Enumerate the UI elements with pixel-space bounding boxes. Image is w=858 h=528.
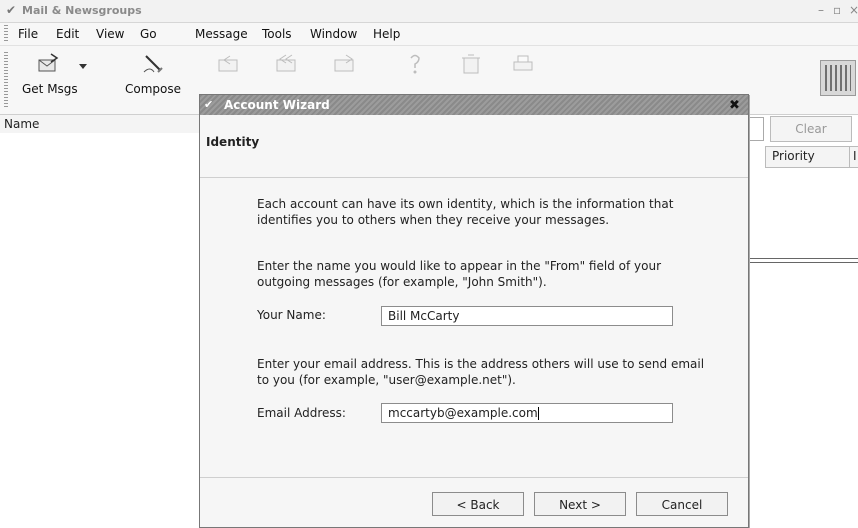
priority-column-label: Priority: [772, 149, 815, 163]
dialog-close-icon[interactable]: ✖: [729, 98, 740, 113]
compose-button[interactable]: Compose: [120, 52, 186, 96]
next-button[interactable]: Next >: [534, 492, 626, 516]
folder-name-column[interactable]: Name: [4, 117, 39, 131]
menu-message[interactable]: Message: [195, 27, 248, 41]
compose-label: Compose: [124, 82, 181, 96]
delete-icon: [462, 54, 480, 74]
get-msgs-label: Get Msgs: [22, 82, 78, 96]
print-icon: [513, 55, 533, 71]
pane-splitter[interactable]: [730, 258, 858, 263]
get-msgs-dropdown-icon[interactable]: [79, 64, 87, 69]
clear-button[interactable]: Clear: [770, 116, 852, 142]
menu-edit[interactable]: Edit: [56, 27, 79, 41]
menubar-grip[interactable]: [4, 25, 8, 43]
page-title: Identity: [206, 135, 260, 149]
dialog-body: Each account can have its own identity, …: [200, 178, 748, 478]
email-address-input[interactable]: mccartyb@example.com: [381, 403, 673, 423]
window-menu-icon[interactable]: ✔: [6, 3, 16, 17]
next-column-glyph: I: [853, 149, 857, 163]
reply-all-button[interactable]: [272, 52, 302, 76]
next-button[interactable]: [400, 52, 430, 76]
dialog-page-header: Identity: [200, 117, 748, 178]
forward-icon: [334, 54, 354, 72]
email-address-label: Email Address:: [257, 406, 346, 420]
menu-view[interactable]: View: [96, 27, 124, 41]
menu-go[interactable]: Go: [140, 27, 157, 41]
delete-button[interactable]: [456, 52, 486, 76]
name-prompt-text: Enter the name you would like to appear …: [257, 259, 662, 289]
text-cursor: [537, 407, 539, 420]
maximize-icon[interactable]: ▫: [833, 3, 841, 17]
next-column-header[interactable]: I: [849, 146, 858, 168]
throbber-logo[interactable]: [820, 60, 856, 96]
get-msgs-button[interactable]: Get Msgs: [22, 52, 78, 96]
minimize-icon[interactable]: –: [818, 3, 824, 17]
email-address-value: mccartyb@example.com: [388, 406, 538, 420]
back-button[interactable]: < Back: [432, 492, 524, 516]
menubar: File Edit View Go Message Tools Window H…: [0, 23, 858, 46]
account-wizard-dialog: ✔ Account Wizard ✖ Identity Each account…: [199, 94, 749, 528]
print-button[interactable]: [508, 52, 538, 76]
forward-button[interactable]: [330, 52, 360, 76]
reply-button[interactable]: [214, 52, 244, 76]
folder-pane-header: Name: [0, 115, 200, 133]
toolbar-grip[interactable]: [4, 52, 8, 108]
menu-tools[interactable]: Tools: [262, 27, 292, 41]
reply-all-icon: [276, 54, 296, 72]
your-name-input[interactable]: Bill McCarty: [381, 306, 673, 326]
dialog-menu-icon[interactable]: ✔: [204, 98, 213, 111]
window-title: Mail & Newsgroups: [22, 4, 142, 17]
menu-help[interactable]: Help: [373, 27, 400, 41]
compose-icon: [143, 55, 163, 73]
intro-text: Each account can have its own identity, …: [257, 197, 674, 227]
priority-column-header[interactable]: Priority: [765, 146, 850, 168]
menu-window[interactable]: Window: [310, 27, 357, 41]
your-name-label: Your Name:: [257, 308, 326, 322]
cancel-button[interactable]: Cancel: [636, 492, 728, 516]
email-prompt-text: Enter your email address. This is the ad…: [257, 357, 705, 387]
menu-file[interactable]: File: [18, 27, 38, 41]
main-window-titlebar: ✔ Mail & Newsgroups – ▫ ×: [0, 0, 858, 23]
dialog-titlebar[interactable]: ✔ Account Wizard ✖: [200, 95, 748, 115]
close-icon[interactable]: ×: [849, 3, 858, 17]
get-msgs-icon: [38, 53, 59, 72]
next-icon: [410, 54, 420, 74]
dialog-button-row: < Back Next > Cancel: [200, 477, 748, 528]
throbber-logo-graphic: [825, 65, 851, 91]
dialog-title: Account Wizard: [224, 98, 330, 112]
reply-icon: [218, 55, 238, 72]
